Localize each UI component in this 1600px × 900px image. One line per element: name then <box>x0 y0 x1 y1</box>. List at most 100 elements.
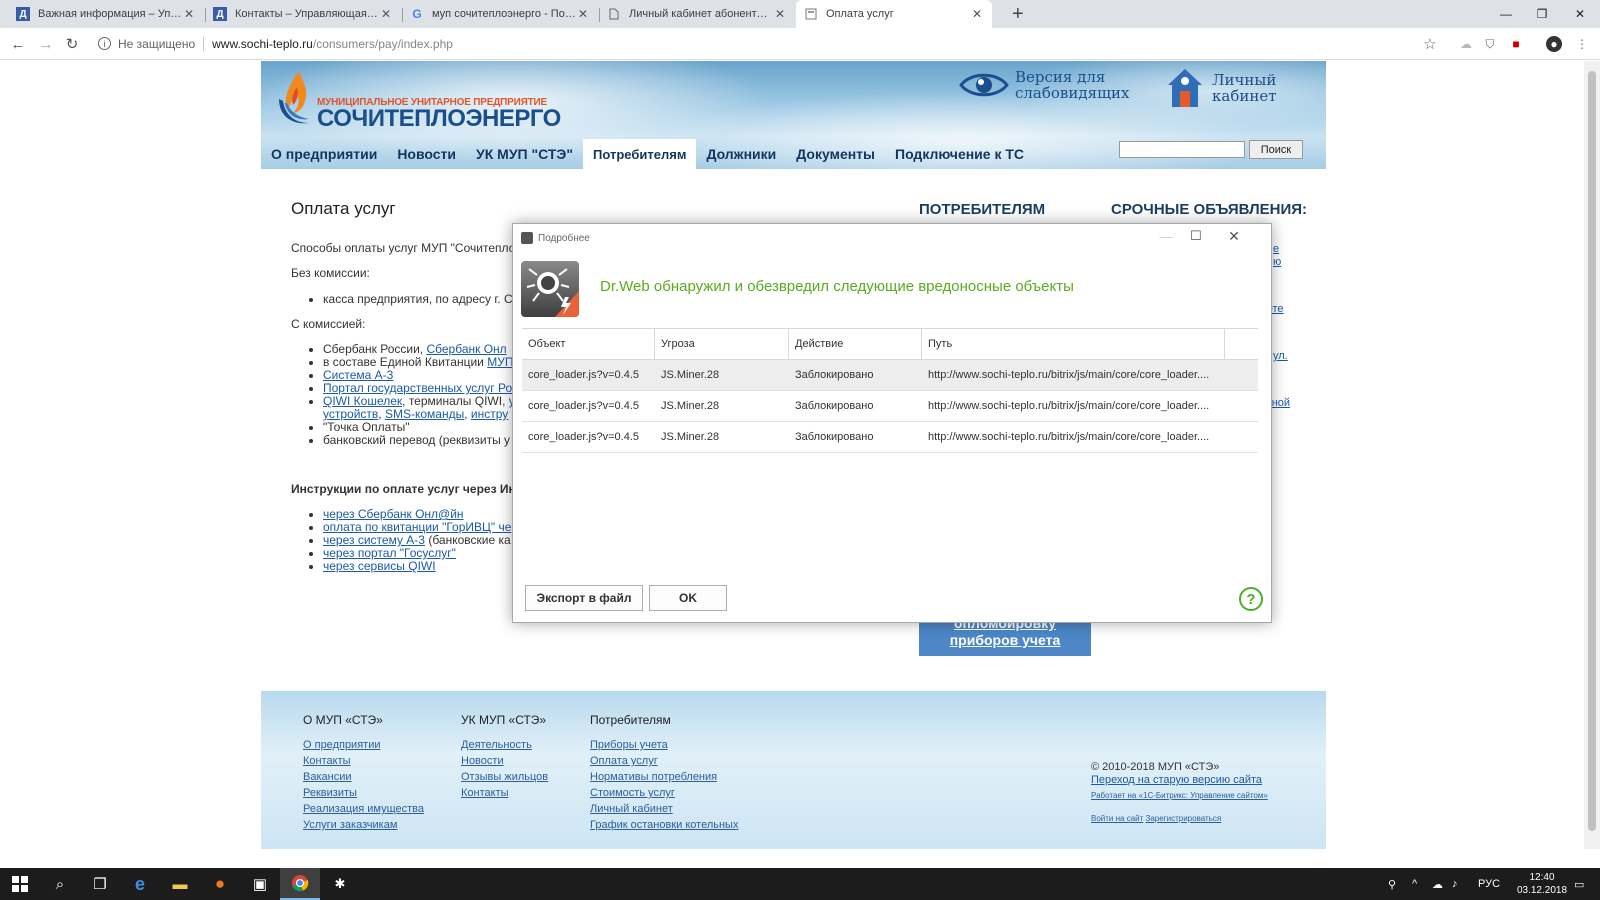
instr-link[interactable]: через сервисы QIWI <box>323 559 436 573</box>
page-scrollbar[interactable] <box>1584 61 1600 849</box>
meter-sealing-button[interactable]: опломбировку приборов учета <box>919 615 1091 656</box>
close-tab-icon[interactable]: ✕ <box>773 7 787 21</box>
instr-link[interactable]: через систему А-3 <box>323 533 425 547</box>
register-link[interactable]: Зарегистрироваться <box>1146 814 1222 823</box>
footer-link[interactable]: О предприятии <box>303 737 424 753</box>
onedrive-icon[interactable]: ☁ <box>1432 868 1443 900</box>
security-label[interactable]: Не защищено <box>118 37 195 51</box>
reload-icon[interactable]: ↻ <box>62 34 82 54</box>
sber-link[interactable]: Сбербанк Онл <box>426 342 506 356</box>
cloud-extension-icon[interactable]: ☁ <box>1458 36 1474 52</box>
instr-link[interactable]: оплата по квитанции "ГорИВЦ" че <box>323 520 511 534</box>
footer-link[interactable]: Контакты <box>461 785 548 801</box>
tray-chevron-icon[interactable]: ^ <box>1412 868 1417 900</box>
close-window-icon[interactable]: ✕ <box>1560 0 1600 28</box>
footer-link[interactable]: Нормативы потребления <box>590 769 738 785</box>
table-row[interactable]: core_loader.js?v=0.4.5 JS.Miner.28 Забло… <box>522 360 1258 391</box>
footer-link[interactable]: Новости <box>461 753 548 769</box>
dialog-minimize-icon[interactable]: — <box>1151 226 1181 246</box>
url-path[interactable]: /consumers/pay/index.php <box>313 37 453 51</box>
people-icon[interactable]: ⚲ <box>1388 868 1396 900</box>
footer-link[interactable]: Приборы учета <box>590 737 738 753</box>
nav-uk[interactable]: УК МУП "СТЭ" <box>466 139 583 169</box>
column-path[interactable]: Путь <box>922 329 1225 359</box>
urgent-link-fragment[interactable]: ул. <box>1273 350 1288 362</box>
info-icon[interactable]: i <box>98 37 111 50</box>
footer-link[interactable]: Деятельность <box>461 737 548 753</box>
footer-link[interactable]: Контакты <box>303 753 424 769</box>
forward-icon[interactable]: → <box>36 34 56 54</box>
instructions-link[interactable]: инстру <box>471 407 508 421</box>
qiwi-link[interactable]: QIWI Кошелек <box>323 394 402 408</box>
nav-debtors[interactable]: Должники <box>696 139 786 169</box>
a3-link[interactable]: Система А-3 <box>323 368 393 382</box>
drweb-taskbar-icon[interactable]: ✱ <box>320 868 360 900</box>
minimize-icon[interactable]: — <box>1488 0 1524 28</box>
urgent-link-fragment[interactable]: ю <box>1273 256 1281 268</box>
address-bar[interactable]: i Не защищено www.sochi-teplo.ru/consume… <box>92 31 1432 57</box>
footer-link[interactable]: Оплата услуг <box>590 753 738 769</box>
close-tab-icon[interactable]: ✕ <box>182 7 196 21</box>
shield-extension-icon[interactable]: ⛉ <box>1482 36 1498 52</box>
column-object[interactable]: Объект <box>522 329 655 359</box>
system-clock[interactable]: 12:40 03.12.2018 <box>1516 871 1568 897</box>
nav-documents[interactable]: Документы <box>786 139 885 169</box>
new-tab-button[interactable]: + <box>1012 3 1024 26</box>
sms-link[interactable]: SMS-команды <box>385 407 464 421</box>
low-vision-link[interactable]: Версия для слабовидящих <box>959 69 1133 101</box>
windows-start-icon[interactable] <box>0 868 40 900</box>
gosuslugi-link[interactable]: Портал государственных услуг Ро <box>323 381 512 395</box>
tab-5-active[interactable]: Оплата услуг ✕ <box>796 0 992 28</box>
table-row[interactable]: core_loader.js?v=0.4.5 JS.Miner.28 Забло… <box>522 391 1258 422</box>
help-icon[interactable]: ? <box>1239 587 1263 611</box>
footer-link[interactable]: Вакансии <box>303 769 424 785</box>
notifications-icon[interactable]: ▭ <box>1574 868 1584 900</box>
footer-link[interactable]: Реализация имущества <box>303 801 424 817</box>
old-version-link[interactable]: Переход на старую версию сайта <box>1091 774 1268 787</box>
table-row[interactable]: core_loader.js?v=0.4.5 JS.Miner.28 Забло… <box>522 422 1258 453</box>
export-to-file-button[interactable]: Экспорт в файл <box>525 585 643 611</box>
footer-link[interactable]: Реквизиты <box>303 785 424 801</box>
site-search-button[interactable]: Поиск <box>1249 140 1303 159</box>
nav-about[interactable]: О предприятии <box>261 139 387 169</box>
back-icon[interactable]: ← <box>8 34 28 54</box>
input-language[interactable]: РУС <box>1478 868 1500 900</box>
url-host[interactable]: www.sochi-teplo.ru <box>212 37 313 51</box>
search-icon[interactable]: ⌕ <box>40 868 80 900</box>
avatar[interactable]: ● <box>1546 36 1562 52</box>
cabinet-link[interactable]: Личный кабинет <box>1166 67 1284 109</box>
devices-link[interactable]: устройств <box>323 407 378 421</box>
firefox-icon[interactable]: ● <box>200 868 240 900</box>
tab-2[interactable]: Д Контакты – Управляющая Комп ✕ <box>205 0 401 28</box>
task-view-icon[interactable]: ❐ <box>80 868 120 900</box>
column-action[interactable]: Действие <box>789 329 922 359</box>
edge-icon[interactable]: e <box>120 868 160 900</box>
menu-icon[interactable]: ⋮ <box>1574 36 1590 52</box>
ok-button[interactable]: OK <box>649 585 727 611</box>
footer-link[interactable]: Стоимость услуг <box>590 785 738 801</box>
nav-consumers[interactable]: Потребителям <box>583 139 697 169</box>
footer-link[interactable]: Отзывы жильцов <box>461 769 548 785</box>
epd-link[interactable]: МУП <box>487 355 513 369</box>
volume-icon[interactable]: ♪ <box>1452 868 1458 900</box>
tab-4[interactable]: Личный кабинет абонента МУП ✕ <box>599 0 795 28</box>
nav-connection[interactable]: Подключение к ТС <box>885 139 1034 169</box>
chrome-icon[interactable] <box>280 868 320 900</box>
urgent-link-fragment[interactable]: е <box>1273 243 1279 255</box>
dialog-close-icon[interactable]: ✕ <box>1219 226 1249 246</box>
site-search-input[interactable] <box>1119 141 1245 158</box>
instr-link[interactable]: через портал "Госуслуг" <box>323 546 456 560</box>
instr-link[interactable]: через Сбербанк Онл@йн <box>323 507 464 521</box>
tab-1[interactable]: Д Важная информация – Управля ✕ <box>8 0 204 28</box>
close-tab-icon[interactable]: ✕ <box>379 7 393 21</box>
bookmark-star-icon[interactable]: ☆ <box>1422 36 1438 53</box>
scrollbar-thumb[interactable] <box>1588 71 1596 831</box>
footer-link[interactable]: График остановки котельных <box>590 817 738 833</box>
restore-icon[interactable]: ❐ <box>1524 0 1560 28</box>
tab-3[interactable]: G муп сочитеплоэнерго - Поиск в ✕ <box>402 0 598 28</box>
close-tab-icon[interactable]: ✕ <box>576 7 590 21</box>
drweb-extension-icon[interactable]: ■ <box>1508 36 1524 52</box>
column-threat[interactable]: Угроза <box>655 329 789 359</box>
footer-link[interactable]: Личный кабинет <box>590 801 738 817</box>
powered-by-link[interactable]: Работает на «1С-Битрикс: Управление сайт… <box>1091 789 1268 802</box>
